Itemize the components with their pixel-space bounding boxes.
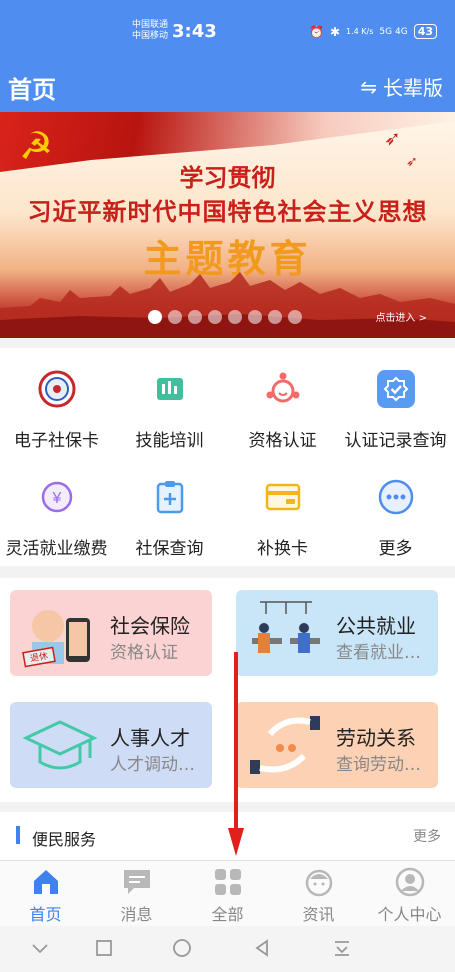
bluetooth-icon: ✱ [329, 24, 341, 39]
card-public-employment[interactable]: 公共就业 查看就业… [236, 590, 438, 676]
grid-item-replace-card[interactable]: 补换卡 [226, 478, 339, 559]
system-nav-bar [0, 926, 455, 972]
section-more-link[interactable]: 更多 [413, 826, 441, 846]
back-icon[interactable] [252, 938, 272, 958]
banner-enter-link[interactable]: 点击进入 > [375, 309, 427, 324]
grid-item-label: 电子社保卡 [14, 431, 99, 451]
grid-item-flexible-payment[interactable]: ¥ 灵活就业缴费 [0, 478, 113, 559]
office-illustration-icon [252, 601, 320, 653]
card-title: 社会保险 [110, 614, 190, 638]
chevron-down-icon[interactable] [30, 938, 50, 958]
speed-text: 1.4 K/s [346, 27, 374, 36]
banner-line1: 学习贯彻 [179, 164, 276, 192]
tab-messages[interactable]: 消息 [91, 867, 182, 925]
swap-icon: ⇋ [360, 74, 377, 99]
card-title: 人事人才 [110, 726, 190, 750]
grid-icon [182, 867, 273, 897]
tab-label: 首页 [29, 905, 62, 924]
record-query-icon [376, 370, 415, 408]
grid-item-label: 补换卡 [257, 539, 308, 559]
elder-mode-label: 长辈版 [383, 76, 443, 100]
battery-indicator: 43 [413, 24, 437, 39]
card-icon [264, 478, 302, 516]
clock: 3:43 [172, 21, 217, 42]
home-nav-icon[interactable] [172, 938, 192, 958]
grid-item-record-query[interactable]: 认证记录查询 [339, 370, 452, 451]
grid-item-training[interactable]: 技能培训 [113, 370, 226, 451]
card-title: 劳动关系 [336, 726, 416, 750]
carousel-dot[interactable] [268, 310, 282, 324]
section-accent-bar [16, 826, 20, 844]
carousel-dot[interactable] [288, 310, 302, 324]
status-bar: 中国联通 中国移动 3:43 ⏰ ✱ 1.4 K/s 5G 4G 43 [0, 0, 455, 62]
signal-text: 5G 4G [379, 26, 408, 37]
tab-label: 消息 [120, 905, 153, 924]
annotation-arrow-icon [228, 652, 244, 856]
tab-all[interactable]: 全部 [182, 867, 273, 925]
function-grid: 电子社保卡 技能培训 资格认证 认证记录查询 ¥ 灵活就业缴费 社保查询 补换卡… [0, 348, 455, 566]
carousel-dot[interactable] [188, 310, 202, 324]
notification-pull-icon[interactable] [332, 938, 352, 958]
tab-news[interactable]: 资讯 [273, 867, 364, 925]
carousel-dot[interactable] [168, 310, 182, 324]
svg-text:¥: ¥ [51, 490, 61, 507]
training-icon [151, 370, 189, 408]
carousel-dot[interactable] [228, 310, 242, 324]
card-title: 公共就业 [336, 614, 416, 638]
card-subtitle: 查询劳动… [336, 755, 421, 775]
tab-label: 资讯 [302, 905, 335, 924]
profile-icon [364, 867, 455, 897]
tab-home[interactable]: 首页 [0, 867, 91, 925]
social-card-icon [38, 370, 76, 408]
home-icon [0, 867, 91, 897]
card-labor-relations[interactable]: 劳动关系 查询劳动… [236, 702, 438, 788]
certification-icon [264, 370, 302, 408]
grid-item-certification[interactable]: 资格认证 [226, 370, 339, 451]
grid-item-social-query[interactable]: 社保查询 [113, 478, 226, 559]
yuan-icon: ¥ [38, 478, 76, 516]
bottom-tab-bar: 首页 消息 全部 资讯 个人中心 [0, 860, 455, 926]
skyline-graphic [0, 272, 455, 338]
carrier-info: 中国联通 中国移动 [132, 20, 169, 41]
tab-profile[interactable]: 个人中心 [364, 867, 455, 925]
banner-carousel[interactable]: ☭ ➶ ➶ 学习贯彻 习近平新时代中国特色社会主义思想 主题教育 点击进入 > [0, 112, 455, 338]
grid-item-label: 资格认证 [248, 431, 317, 451]
carousel-dot[interactable] [248, 310, 262, 324]
card-subtitle: 查看就业… [336, 643, 421, 663]
recent-apps-icon[interactable] [94, 938, 114, 958]
grid-item-label: 技能培训 [135, 431, 204, 451]
retiree-illustration-icon: 退休 [22, 610, 90, 668]
status-icons: ⏰ ✱ 1.4 K/s 5G 4G 43 [309, 24, 437, 39]
section-title: 便民服务 [32, 830, 97, 849]
hands-illustration-icon [250, 716, 320, 774]
news-icon [273, 867, 364, 897]
clipboard-icon [151, 478, 189, 516]
graduation-cap-icon [22, 720, 98, 770]
tab-label: 全部 [211, 905, 244, 924]
grid-item-label: 社保查询 [135, 539, 204, 559]
grid-item-more[interactable]: 更多 [339, 478, 452, 559]
grid-item-label: 灵活就业缴费 [5, 539, 108, 559]
elder-mode-switch[interactable]: ⇋ 长辈版 [360, 72, 443, 101]
grid-item-social-card[interactable]: 电子社保卡 [0, 370, 113, 451]
carousel-dots [148, 310, 302, 324]
card-personnel-talent[interactable]: 人事人才 人才调动… [10, 702, 212, 788]
grid-item-label: 认证记录查询 [344, 431, 447, 451]
page-title: 首页 [8, 76, 56, 104]
carousel-dot[interactable] [208, 310, 222, 324]
app-header: 首页 ⇋ 长辈版 [0, 62, 455, 112]
grid-item-label: 更多 [378, 539, 413, 559]
message-icon [91, 867, 182, 897]
card-social-insurance[interactable]: 退休 社会保险 资格认证 [10, 590, 212, 676]
card-subtitle: 人才调动… [110, 755, 195, 775]
tab-label: 个人中心 [377, 905, 442, 924]
bird-icon: ➶ [384, 126, 401, 150]
banner-line2: 习近平新时代中国特色社会主义思想 [27, 198, 428, 226]
alarm-icon: ⏰ [309, 24, 324, 39]
card-subtitle: 资格认证 [110, 643, 178, 663]
carousel-dot[interactable] [148, 310, 162, 324]
more-icon [377, 478, 415, 516]
